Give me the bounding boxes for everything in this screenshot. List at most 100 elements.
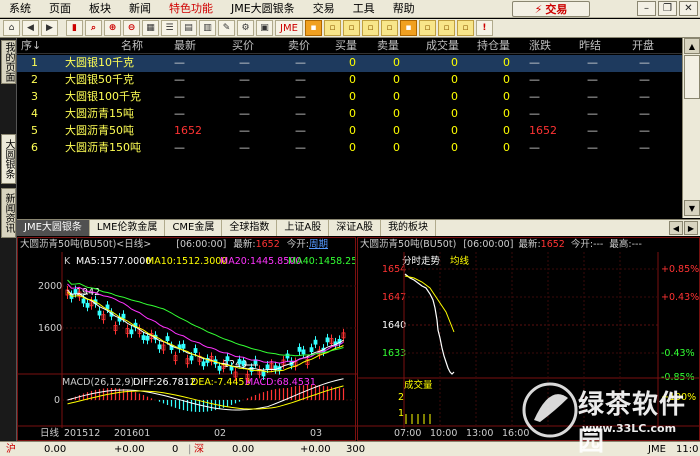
col-ask[interactable]: 卖价 — [288, 38, 310, 54]
table-row[interactable]: 5 大圆沥青50吨 1652 — — 0 0 0 0 1652 — — — [17, 123, 682, 140]
calendar-month-icon[interactable]: ▫ — [342, 20, 360, 36]
menu-help[interactable]: 帮助 — [384, 0, 424, 18]
tab-left-icon[interactable]: ◀ — [669, 221, 683, 235]
col-bidvol[interactable]: 买量 — [335, 38, 357, 54]
col-name[interactable]: 名称 — [121, 38, 143, 54]
tab-global-index[interactable]: 全球指数 — [222, 220, 278, 236]
calendar-day-icon[interactable]: ▪ — [304, 20, 322, 36]
calendar-quarter-icon[interactable]: ▫ — [361, 20, 379, 36]
cell-askvol: 0 — [393, 56, 400, 69]
cell-askvol: 0 — [393, 107, 400, 120]
menu-tools[interactable]: 工具 — [344, 0, 384, 18]
kline-chart[interactable] — [18, 238, 357, 442]
col-askvol[interactable]: 卖量 — [377, 38, 399, 54]
kline-candle — [97, 310, 102, 316]
cell-vol: 0 — [451, 56, 458, 69]
search-icon[interactable]: ⌕ — [85, 20, 102, 36]
scroll-down-icon[interactable]: ▼ — [684, 200, 700, 216]
table-row[interactable]: 2 大圆银50千克 — — — 0 0 0 0 — — — — [17, 72, 682, 89]
kline-candle — [157, 344, 162, 350]
chart-icon[interactable]: ▤ — [180, 20, 197, 36]
kline-candle — [121, 313, 126, 319]
zoom-out-icon[interactable]: ⊖ — [123, 20, 140, 36]
cell-oi: 0 — [503, 141, 510, 154]
custom-period-icon[interactable]: ▫ — [456, 20, 474, 36]
period-icon[interactable]: ▪ — [399, 20, 417, 36]
cell-name: 大圆银100千克 — [65, 90, 141, 103]
kline-icon[interactable]: ▮ — [66, 20, 83, 36]
menu-trade[interactable]: 交易 — [304, 0, 344, 18]
cell-no: 3 — [31, 90, 38, 103]
cell-ask: — — [295, 56, 306, 69]
side-tab-my-page[interactable]: 我的页面 — [1, 40, 16, 84]
side-tab-news[interactable]: 新闻资讯 — [1, 188, 16, 238]
tab-sz-a[interactable]: 深证A股 — [329, 220, 382, 236]
jme-button[interactable]: JME — [275, 20, 303, 36]
forward-icon[interactable]: ▶ — [41, 20, 58, 36]
col-volume[interactable]: 成交量 — [426, 38, 459, 54]
menu-sector[interactable]: 板块 — [80, 0, 120, 18]
alert-icon[interactable]: ! — [475, 20, 493, 36]
side-tab-silver[interactable]: 大圆银条 — [1, 134, 16, 184]
status-sh-v2: +0.00 — [114, 444, 145, 455]
menu-system[interactable]: 系统 — [0, 0, 40, 18]
table-row[interactable]: 4 大圆沥青15吨 — — — 0 0 0 0 — — — — [17, 106, 682, 123]
intraday-price-line — [404, 273, 455, 375]
scroll-thumb[interactable] — [684, 55, 700, 99]
scroll-up-icon[interactable]: ▲ — [684, 38, 700, 54]
minute-icon[interactable]: ▫ — [418, 20, 436, 36]
list-icon[interactable]: ☰ — [161, 20, 178, 36]
hour-icon[interactable]: ▫ — [437, 20, 455, 36]
quote-scrollbar[interactable]: ▲ ▼ — [682, 38, 700, 218]
close-icon[interactable]: ✕ — [679, 1, 698, 16]
intraday-chart[interactable] — [358, 238, 700, 442]
cell-oi: 0 — [503, 107, 510, 120]
tab-my-sector[interactable]: 我的板块 — [381, 220, 437, 236]
news-icon[interactable]: ▣ — [256, 20, 273, 36]
trade-button[interactable]: ⚡ 交易 — [512, 1, 590, 17]
cell-vol: 0 — [451, 107, 458, 120]
menu-page[interactable]: 页面 — [40, 0, 80, 18]
tab-cme[interactable]: CME金属 — [165, 220, 223, 236]
cell-name: 大圆沥青50吨 — [65, 124, 134, 137]
col-last[interactable]: 最新 — [174, 38, 196, 54]
tab-right-icon[interactable]: ▶ — [684, 221, 698, 235]
side-tab-my-page-label: 我的页面 — [3, 42, 14, 82]
back-icon[interactable]: ◀ — [22, 20, 39, 36]
cell-bidvol: 0 — [349, 56, 356, 69]
menu-special[interactable]: 特色功能 — [160, 0, 222, 18]
draw-icon[interactable]: ✎ — [218, 20, 235, 36]
table-row[interactable]: 1 大圆银10千克 — — — 0 0 0 0 — — — — [17, 55, 682, 72]
tab-lme[interactable]: LME伦敦金属 — [90, 220, 166, 236]
minimize-icon[interactable]: – — [637, 1, 656, 16]
col-no[interactable]: 序↓ — [21, 38, 41, 54]
restore-icon[interactable]: ❐ — [658, 1, 677, 16]
ma40-line — [67, 279, 344, 357]
tab-sh-a[interactable]: 上证A股 — [277, 220, 330, 236]
calendar-year-icon[interactable]: ▫ — [380, 20, 398, 36]
col-open[interactable]: 开盘 — [632, 38, 654, 54]
cell-last: — — [174, 90, 185, 103]
home-icon[interactable]: ⌂ — [3, 20, 20, 36]
col-prev-settle[interactable]: 昨结 — [579, 38, 601, 54]
settings-icon[interactable]: ⚙ — [237, 20, 254, 36]
status-sh-label: 沪 — [6, 444, 16, 455]
cell-open: — — [639, 107, 650, 120]
indicator-icon[interactable]: ▥ — [199, 20, 216, 36]
table-row[interactable]: 6 大圆沥青150吨 — — — 0 0 0 0 — — — — [17, 140, 682, 157]
calendar-week-icon[interactable]: ▫ — [323, 20, 341, 36]
kline-candle — [301, 349, 306, 355]
menu-jme[interactable]: JME大圆银条 — [222, 0, 304, 18]
status-sz-v2: +0.00 — [300, 444, 331, 455]
grid-icon[interactable]: ▦ — [142, 20, 159, 36]
table-row[interactable]: 3 大圆银100千克 — — — 0 0 0 0 — — — — [17, 89, 682, 106]
cell-vol: 0 — [451, 141, 458, 154]
dea-line — [67, 385, 344, 410]
zoom-in-icon[interactable]: ⊕ — [104, 20, 121, 36]
col-change[interactable]: 涨跌 — [529, 38, 551, 54]
col-bid[interactable]: 买价 — [232, 38, 254, 54]
tab-jme[interactable]: JME大圆银条 — [17, 220, 90, 236]
col-oi[interactable]: 持仓量 — [477, 38, 510, 54]
menu-news[interactable]: 新闻 — [120, 0, 160, 18]
kline-candle — [261, 371, 266, 377]
